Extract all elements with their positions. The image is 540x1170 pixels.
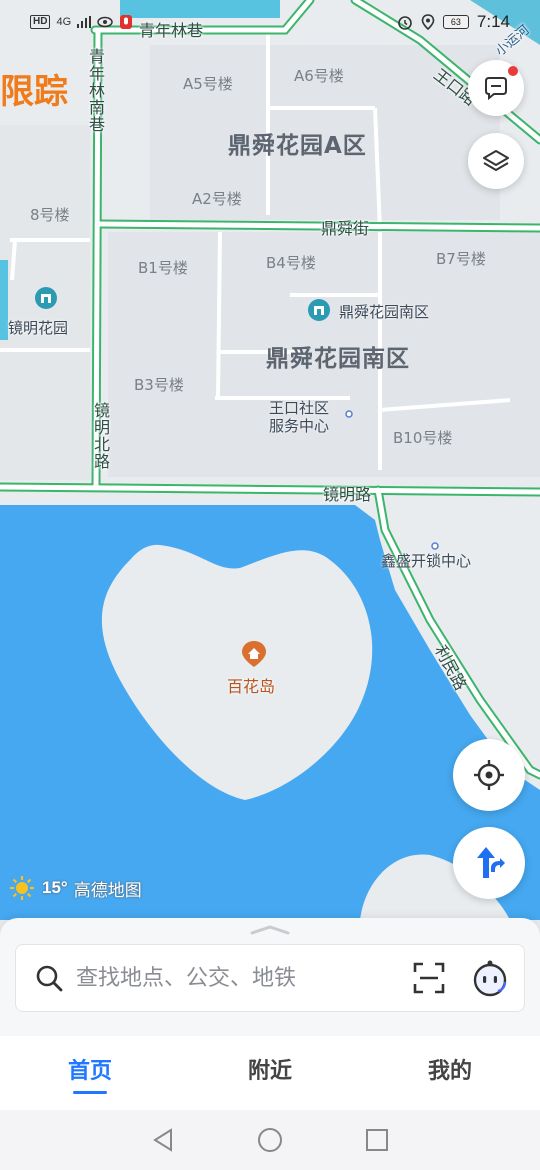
poi-label-xinsheng[interactable]: 鑫盛开锁中心 [381, 550, 471, 571]
area-label-south[interactable]: 鼎舜花园南区 [266, 339, 410, 373]
navigate-icon [477, 847, 505, 878]
weather-widget[interactable]: 15° 高德地图 [8, 874, 142, 902]
tab-nearby-label: 附近 [247, 1058, 292, 1084]
temperature: 15° [42, 878, 68, 897]
building-label[interactable]: B1号楼 [138, 257, 188, 278]
recents-icon[interactable] [365, 1128, 389, 1152]
layers-button[interactable] [468, 133, 524, 189]
building-label[interactable]: B4号楼 [266, 252, 316, 273]
active-tab-indicator [73, 1090, 107, 1094]
bottom-tabs: 首页 附近 我的 [0, 1036, 540, 1110]
road-label-jingming: 镜明路 [323, 485, 372, 504]
poi-marker-nanqu[interactable] [307, 298, 331, 322]
poi-label-jingming[interactable]: 镜明花园 [8, 317, 68, 338]
building-label[interactable]: A2号楼 [192, 188, 242, 209]
building-label[interactable]: 8号楼 [30, 204, 70, 225]
cyan-top [120, 0, 280, 18]
sun-icon [10, 876, 34, 900]
scan-icon[interactable] [412, 961, 446, 995]
home-icon[interactable] [257, 1127, 283, 1153]
building-label[interactable]: B3号楼 [134, 374, 184, 395]
search-bar[interactable] [15, 944, 525, 1012]
notification-dot [508, 66, 518, 76]
tab-nearby[interactable]: 附近 [180, 1036, 360, 1110]
road-label-jingming-north: 镜明北路 [91, 402, 110, 470]
search-input[interactable] [76, 965, 412, 991]
back-icon[interactable] [151, 1127, 175, 1153]
tab-home[interactable]: 首页 [0, 1036, 180, 1110]
tab-home-label: 首页 [67, 1058, 112, 1084]
poi-label-nanqu[interactable]: 鼎舜花园南区 [339, 301, 429, 322]
system-nav-bar [0, 1110, 540, 1170]
poi-label-baihua[interactable]: 百花岛 [227, 673, 275, 697]
tab-mine-label: 我的 [427, 1058, 472, 1084]
locate-button[interactable] [453, 739, 525, 811]
assistant-icon[interactable] [470, 958, 510, 998]
building-label[interactable]: B7号楼 [436, 248, 486, 269]
cyan-pool [0, 260, 8, 340]
layers-icon [483, 150, 509, 171]
road-label-dingshun: 鼎舜街 [321, 219, 370, 238]
message-icon [485, 77, 507, 101]
area-label-a[interactable]: 鼎舜花园A区 [228, 126, 367, 160]
poi-label-service-center-2[interactable]: 服务中心 [269, 415, 329, 436]
road-label-qingnianlin-south: 青年林南巷 [86, 48, 105, 133]
locate-icon [474, 760, 504, 790]
brand-logo: 限踪 [0, 72, 68, 112]
navigate-button[interactable] [453, 827, 525, 899]
message-button[interactable] [468, 60, 524, 116]
sheet-handle-icon[interactable] [250, 924, 290, 936]
road-label-qingnianlin: 青年林巷 [139, 21, 204, 40]
poi-dot-service-center[interactable] [345, 410, 353, 418]
building-label[interactable]: A6号楼 [294, 65, 344, 86]
map-brand: 高德地图 [73, 880, 142, 900]
building-label[interactable]: B10号楼 [393, 427, 452, 448]
poi-marker-jingming[interactable] [34, 286, 58, 310]
poi-dot-xinsheng[interactable] [431, 542, 439, 550]
building-label[interactable]: A5号楼 [183, 73, 233, 94]
search-icon [36, 965, 63, 992]
poi-marker-baihua[interactable] [241, 640, 267, 668]
tab-mine[interactable]: 我的 [360, 1036, 540, 1110]
